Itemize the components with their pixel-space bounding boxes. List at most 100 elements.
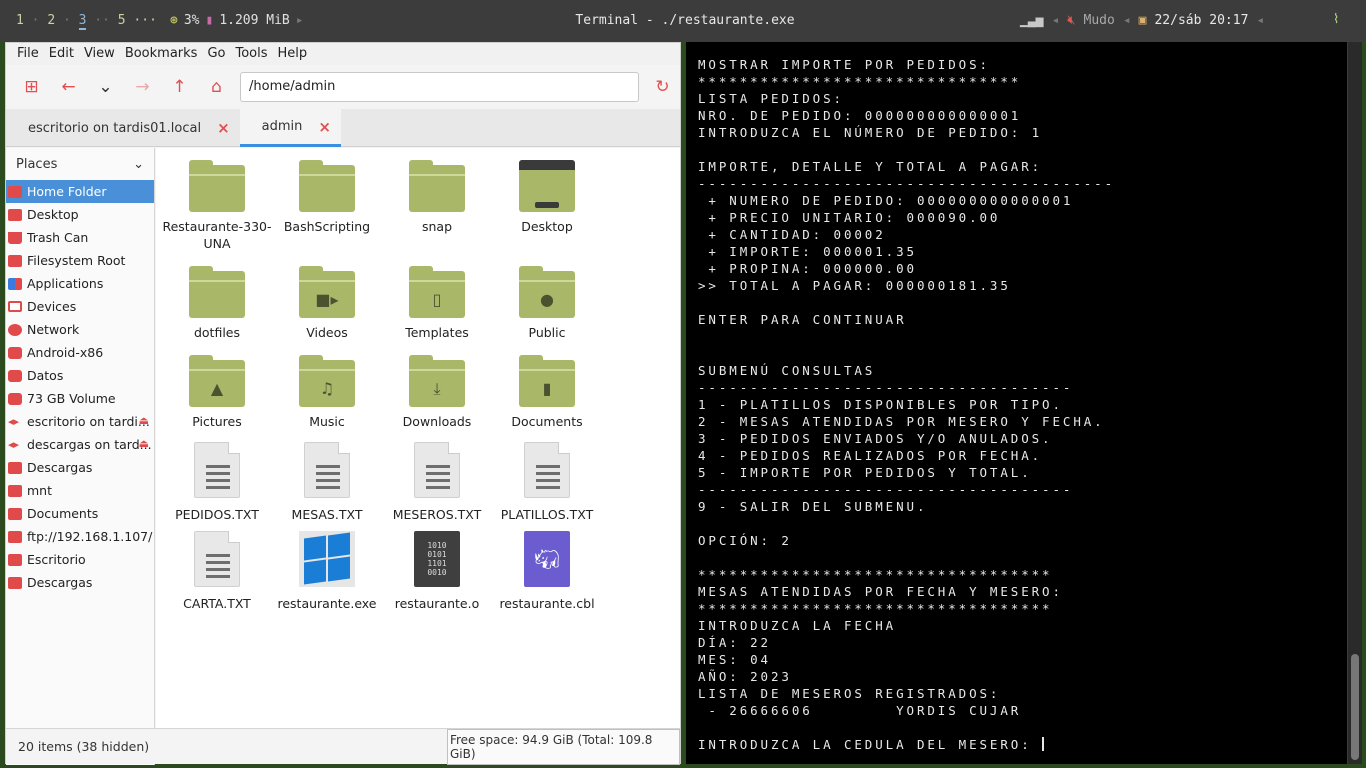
- file-item-restaurante-o[interactable]: 1010 0101 1101 0010 restaurante.o: [382, 531, 492, 612]
- sidebar-item-filesystem[interactable]: Filesystem Root: [6, 249, 154, 272]
- file-label: PEDIDOS.TXT: [175, 507, 259, 522]
- up-icon[interactable]: ↑: [162, 72, 197, 102]
- folder-icon: [8, 530, 22, 543]
- file-item-mesas[interactable]: MESAS.TXT: [272, 442, 382, 523]
- file-item-restaurante-cbl[interactable]: 🦏︎ restaurante.cbl: [492, 531, 602, 612]
- sidebar-item-applications[interactable]: Applications: [6, 272, 154, 295]
- file-label: Videos: [306, 325, 348, 340]
- clock[interactable]: 22/sáb 20:17: [1154, 13, 1248, 28]
- sidebar-item-descargas[interactable]: Descargas: [6, 456, 154, 479]
- menu-edit[interactable]: Edit: [44, 46, 79, 65]
- sidebar-item-descargas-share[interactable]: ◂▸ descargas on tard... ⏏: [6, 433, 154, 456]
- signal-icon[interactable]: ▁▃▅: [1020, 13, 1043, 28]
- eject-icon[interactable]: ⏏: [139, 437, 149, 450]
- sidebar-item-ftp[interactable]: ftp://192.168.1.107/: [6, 525, 154, 548]
- sidebar-item-documents[interactable]: Documents: [6, 502, 154, 525]
- forward-icon[interactable]: →: [125, 72, 160, 102]
- terminal-line: 5 - IMPORTE POR PEDIDOS Y TOTAL.: [698, 465, 1032, 480]
- volume-muted-icon[interactable]: 🔇︎: [1067, 13, 1075, 28]
- disk-icon: [8, 369, 22, 382]
- paperclip-icon[interactable]: ⌇: [1333, 12, 1339, 27]
- sidebar-item-network[interactable]: Network: [6, 318, 154, 341]
- close-icon[interactable]: ×: [318, 118, 331, 136]
- terminal-line: INTRODUZCA LA CEDULA DEL MESERO:: [698, 737, 1043, 752]
- file-item-restaurante-exe[interactable]: restaurante.exe: [272, 531, 382, 612]
- rhino-icon: 🦏︎: [524, 531, 570, 587]
- terminal-line: SUBMENÚ CONSULTAS: [698, 363, 876, 378]
- workspace-5[interactable]: 5: [118, 13, 126, 30]
- terminal-window[interactable]: MOSTRAR IMPORTE POR PEDIDOS: ***********…: [686, 42, 1347, 764]
- file-label: PLATILLOS.TXT: [500, 507, 594, 522]
- file-item-public[interactable]: ● Public: [492, 266, 602, 341]
- cpu-usage: 3%: [183, 13, 200, 28]
- workspace-2[interactable]: 2: [47, 13, 55, 30]
- file-item-bashscripting[interactable]: BashScripting: [272, 160, 382, 235]
- file-label: restaurante.exe: [277, 596, 377, 611]
- back-icon[interactable]: ←: [51, 72, 86, 102]
- menu-view[interactable]: View: [79, 46, 120, 65]
- close-icon[interactable]: ×: [217, 119, 230, 137]
- top-panel: 1 · 2 · 3 ·· 5 ··· ⊛ 3% ▮ 1.209 MiB ▸ Te…: [0, 0, 1366, 42]
- workspace-1[interactable]: 1: [16, 13, 24, 30]
- sidebar-item-trash[interactable]: Trash Can: [6, 226, 154, 249]
- places-header[interactable]: Places ⌄: [6, 148, 154, 180]
- menu-go[interactable]: Go: [202, 46, 230, 65]
- terminal-line: INTRODUZCA EL NÚMERO DE PEDIDO: 1: [698, 125, 1043, 140]
- tab-admin[interactable]: admin ×: [239, 109, 341, 147]
- workspace-more[interactable]: ···: [133, 13, 156, 30]
- file-item-music[interactable]: ♫ Music: [272, 355, 382, 430]
- file-item-templates[interactable]: ▯ Templates: [382, 266, 492, 341]
- folder-templates-icon: ▯: [409, 266, 465, 318]
- file-item-meseros[interactable]: MESEROS.TXT: [382, 442, 492, 523]
- file-item-downloads[interactable]: ⤓ Downloads: [382, 355, 492, 430]
- tab-bar: escritorio on tardis01.local × admin ×: [6, 109, 680, 147]
- scrollbar-thumb[interactable]: [1351, 654, 1359, 760]
- file-item-pictures[interactable]: ▲ Pictures: [162, 355, 272, 430]
- sidebar-item-descargas-2[interactable]: Descargas: [6, 571, 154, 594]
- folder-icon: [8, 553, 22, 566]
- file-label: CARTA.TXT: [183, 596, 251, 611]
- file-label: MESAS.TXT: [291, 507, 363, 522]
- sidebar-item-volume[interactable]: 73 GB Volume: [6, 387, 154, 410]
- chevron-down-icon[interactable]: ⌄: [133, 157, 144, 172]
- file-item-carta[interactable]: CARTA.TXT: [162, 531, 272, 612]
- terminal-line: 2 - MESAS ATENDIDAS POR MESERO Y FECHA.: [698, 414, 1105, 429]
- file-item-documents[interactable]: ▮ Documents: [492, 355, 602, 430]
- drive-icon: [8, 254, 22, 267]
- sidebar-item-label: escritorio on tardi...: [27, 414, 150, 429]
- eject-icon[interactable]: ⏏: [139, 414, 149, 427]
- sidebar-item-datos[interactable]: Datos: [6, 364, 154, 387]
- menu-file[interactable]: File: [12, 46, 44, 65]
- menu-tools[interactable]: Tools: [230, 46, 272, 65]
- volume-label[interactable]: Mudo: [1084, 13, 1115, 28]
- applications-icon: [8, 277, 22, 290]
- new-tab-icon[interactable]: ⊞: [14, 72, 49, 102]
- reload-icon[interactable]: ↻: [645, 72, 680, 102]
- sidebar-item-mnt[interactable]: mnt: [6, 479, 154, 502]
- file-item-desktop[interactable]: Desktop: [492, 160, 602, 235]
- home-icon[interactable]: ⌂: [199, 72, 234, 102]
- terminal-scrollbar[interactable]: [1348, 42, 1362, 764]
- menu-help[interactable]: Help: [273, 46, 313, 65]
- path-bar[interactable]: /home/admin: [240, 72, 640, 102]
- sidebar-item-label: Applications: [27, 276, 104, 291]
- sidebar-item-home[interactable]: Home Folder: [6, 180, 154, 203]
- file-item-dotfiles[interactable]: dotfiles: [162, 266, 272, 341]
- file-item-snap[interactable]: snap: [382, 160, 492, 235]
- sidebar-item-desktop[interactable]: Desktop: [6, 203, 154, 226]
- file-item-pedidos[interactable]: PEDIDOS.TXT: [162, 442, 272, 523]
- workspace-3[interactable]: 3: [78, 13, 87, 30]
- history-dropdown-icon[interactable]: ⌄: [88, 72, 123, 102]
- binary-file-icon: 1010 0101 1101 0010: [414, 531, 460, 587]
- file-item-platillos[interactable]: PLATILLOS.TXT: [492, 442, 602, 523]
- file-item-videos[interactable]: ■▸ Videos: [272, 266, 382, 341]
- sidebar-item-android[interactable]: Android-x86: [6, 341, 154, 364]
- sidebar-item-label: 73 GB Volume: [27, 391, 116, 406]
- sidebar-item-escritorio[interactable]: Escritorio: [6, 548, 154, 571]
- tab-escritorio[interactable]: escritorio on tardis01.local ×: [6, 109, 240, 147]
- sidebar-item-devices[interactable]: Devices: [6, 295, 154, 318]
- sidebar-item-label: Network: [27, 322, 80, 337]
- file-item-restaurante-folder[interactable]: Restaurante-330-UNA: [162, 160, 272, 252]
- sidebar-item-escritorio-share[interactable]: ◂▸ escritorio on tardi... ⏏: [6, 410, 154, 433]
- menu-bookmarks[interactable]: Bookmarks: [120, 46, 203, 65]
